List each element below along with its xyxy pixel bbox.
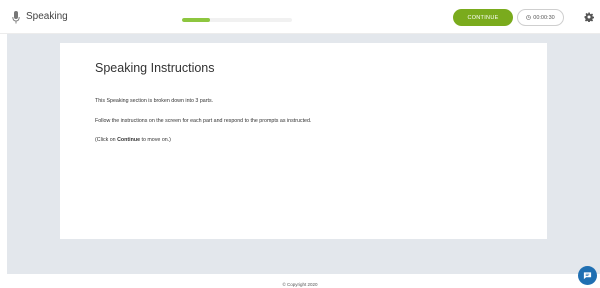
gear-icon[interactable] [584, 12, 594, 22]
instructions-heading: Speaking Instructions [95, 61, 215, 75]
microphone-icon [12, 11, 20, 24]
clock-icon [526, 15, 532, 20]
timer-value: 00:00:30 [533, 14, 555, 21]
progress-bar [182, 18, 292, 22]
instruction-line-3-suffix: to move on.) [140, 137, 171, 143]
instruction-line-2: Follow the instructions on the screen fo… [95, 118, 312, 124]
header-bar: Speaking CONTINUE 00:00:30 [0, 0, 600, 34]
chat-button[interactable] [578, 266, 597, 285]
continue-button[interactable]: CONTINUE [453, 9, 513, 26]
content-area: Speaking Instructions This Speaking sect… [7, 34, 600, 274]
section-title: Speaking [26, 11, 68, 22]
instruction-line-3-prefix: (Click on [95, 137, 118, 143]
chat-icon [583, 272, 592, 280]
instruction-line-3: (Click on Continue to move on.) [95, 137, 171, 143]
instruction-line-1: This Speaking section is broken down int… [95, 98, 214, 104]
copyright-footer: © Copyright 2020 [282, 282, 318, 287]
progress-fill [182, 18, 210, 22]
continue-emphasis: Continue [117, 137, 141, 143]
timer-display: 00:00:30 [517, 9, 564, 26]
instructions-card: Speaking Instructions This Speaking sect… [60, 43, 547, 239]
